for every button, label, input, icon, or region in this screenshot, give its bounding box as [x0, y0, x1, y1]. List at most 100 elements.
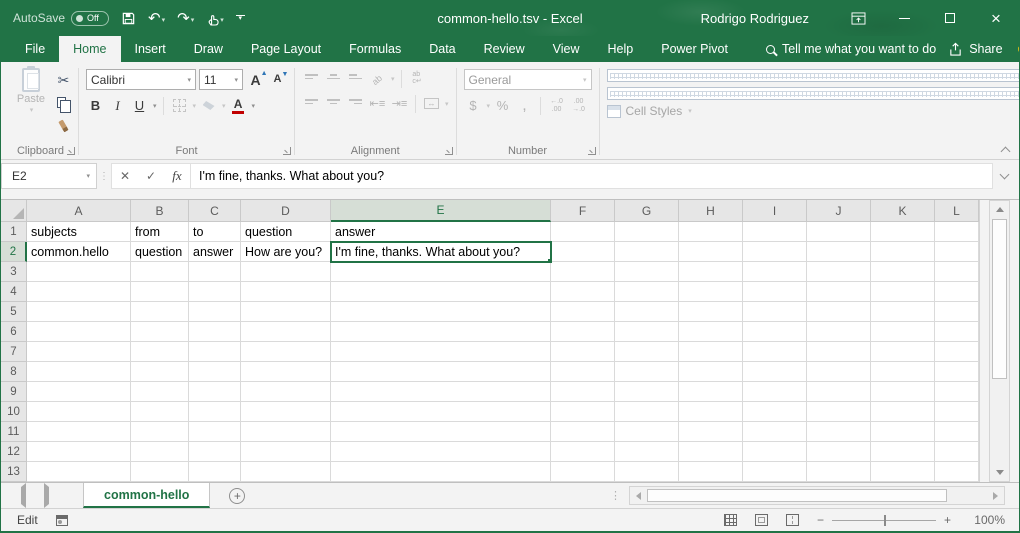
cell-B3[interactable] — [131, 262, 189, 282]
cell-H3[interactable] — [679, 262, 743, 282]
cell-A8[interactable] — [27, 362, 131, 382]
cell-J5[interactable] — [807, 302, 871, 322]
enter-entry-button[interactable]: ✓ — [138, 169, 164, 183]
cell-L4[interactable] — [935, 282, 979, 302]
formula-bar-drag-handle[interactable]: ⋮ — [97, 163, 111, 189]
comma-style-button[interactable]: , — [515, 96, 534, 115]
tab-page-layout[interactable]: Page Layout — [237, 36, 335, 62]
ribbon-display-options-button[interactable] — [835, 0, 881, 36]
decrease-font-size-button[interactable]: A▼ — [268, 70, 287, 89]
cell-A2[interactable]: common.hello — [27, 242, 131, 262]
clipboard-dialog-launcher[interactable] — [67, 147, 75, 155]
cell-G10[interactable] — [615, 402, 679, 422]
cell-K11[interactable] — [871, 422, 935, 442]
cell-A3[interactable] — [27, 262, 131, 282]
cancel-entry-button[interactable]: ✕ — [112, 169, 138, 183]
cell-D4[interactable] — [241, 282, 331, 302]
cell-A9[interactable] — [27, 382, 131, 402]
cell-D13[interactable] — [241, 462, 331, 482]
cell-D5[interactable] — [241, 302, 331, 322]
cell-L12[interactable] — [935, 442, 979, 462]
cell-F11[interactable] — [551, 422, 615, 442]
cell-F2[interactable] — [551, 242, 615, 262]
column-header-K[interactable]: K — [871, 200, 935, 222]
cell-D2[interactable]: How are you? — [241, 242, 331, 262]
middle-align-button[interactable] — [324, 69, 343, 88]
cell-A12[interactable] — [27, 442, 131, 462]
cell-C2[interactable]: answer — [189, 242, 241, 262]
cell-L11[interactable] — [935, 422, 979, 442]
autosave-toggle[interactable]: AutoSave Off — [13, 11, 109, 26]
cell-E10[interactable] — [331, 402, 551, 422]
cell-D7[interactable] — [241, 342, 331, 362]
cell-L7[interactable] — [935, 342, 979, 362]
cell-K12[interactable] — [871, 442, 935, 462]
cell-B4[interactable] — [131, 282, 189, 302]
cell-K9[interactable] — [871, 382, 935, 402]
increase-indent-button[interactable]: ⇥≡ — [390, 94, 409, 113]
paste-button[interactable]: Paste ▾ — [8, 66, 54, 135]
align-left-button[interactable] — [302, 94, 321, 113]
row-header-13[interactable]: 13 — [1, 462, 27, 482]
cell-K3[interactable] — [871, 262, 935, 282]
close-button[interactable]: × — [973, 0, 1019, 36]
cell-C13[interactable] — [189, 462, 241, 482]
format-as-table-button[interactable]: Format as Table ▾ — [607, 86, 1020, 100]
account-user-name[interactable]: Rodrigo Rodriguez — [701, 11, 809, 26]
zoom-slider[interactable] — [832, 520, 936, 521]
cell-G12[interactable] — [615, 442, 679, 462]
cell-J2[interactable] — [807, 242, 871, 262]
tab-formulas[interactable]: Formulas — [335, 36, 415, 62]
cell-F8[interactable] — [551, 362, 615, 382]
fill-handle[interactable] — [547, 258, 551, 262]
cell-L10[interactable] — [935, 402, 979, 422]
cell-L6[interactable] — [935, 322, 979, 342]
cell-D11[interactable] — [241, 422, 331, 442]
cell-H10[interactable] — [679, 402, 743, 422]
page-break-preview-button[interactable] — [786, 514, 799, 526]
cell-I4[interactable] — [743, 282, 807, 302]
cell-H12[interactable] — [679, 442, 743, 462]
cell-J13[interactable] — [807, 462, 871, 482]
cell-G8[interactable] — [615, 362, 679, 382]
cell-A6[interactable] — [27, 322, 131, 342]
select-all-button[interactable] — [1, 200, 27, 222]
cell-C5[interactable] — [189, 302, 241, 322]
cell-F3[interactable] — [551, 262, 615, 282]
touch-mouse-mode-button[interactable]: ▾ — [206, 11, 224, 26]
cell-D8[interactable] — [241, 362, 331, 382]
cell-I3[interactable] — [743, 262, 807, 282]
decrease-decimal-button[interactable]: .00→.0 — [569, 96, 588, 115]
cell-C9[interactable] — [189, 382, 241, 402]
column-header-F[interactable]: F — [551, 200, 615, 222]
cell-D3[interactable] — [241, 262, 331, 282]
cell-I5[interactable] — [743, 302, 807, 322]
cell-H2[interactable] — [679, 242, 743, 262]
horizontal-scrollbar[interactable] — [629, 486, 1005, 505]
cell-I10[interactable] — [743, 402, 807, 422]
underline-dropdown-icon[interactable]: ▾ — [153, 102, 157, 110]
cell-H5[interactable] — [679, 302, 743, 322]
merge-center-button[interactable]: ↔ — [422, 94, 441, 113]
cell-G9[interactable] — [615, 382, 679, 402]
cell-K4[interactable] — [871, 282, 935, 302]
cell-I6[interactable] — [743, 322, 807, 342]
cell-G13[interactable] — [615, 462, 679, 482]
column-header-B[interactable]: B — [131, 200, 189, 222]
row-header-12[interactable]: 12 — [1, 442, 27, 462]
cell-G7[interactable] — [615, 342, 679, 362]
cell-C3[interactable] — [189, 262, 241, 282]
cell-A1[interactable]: subjects — [27, 222, 131, 242]
row-header-2[interactable]: 2 — [1, 242, 27, 262]
redo-dropdown-icon[interactable]: ▾ — [191, 17, 195, 26]
cell-A11[interactable] — [27, 422, 131, 442]
scroll-up-button[interactable] — [990, 201, 1009, 218]
cell-F12[interactable] — [551, 442, 615, 462]
font-family-select[interactable]: Calibri▾ — [86, 69, 196, 90]
column-header-A[interactable]: A — [27, 200, 131, 222]
bold-button[interactable]: B — [86, 96, 105, 115]
cell-E5[interactable] — [331, 302, 551, 322]
tab-review[interactable]: Review — [470, 36, 539, 62]
vertical-scrollbar-thumb[interactable] — [992, 219, 1007, 379]
cell-B2[interactable]: question — [131, 242, 189, 262]
